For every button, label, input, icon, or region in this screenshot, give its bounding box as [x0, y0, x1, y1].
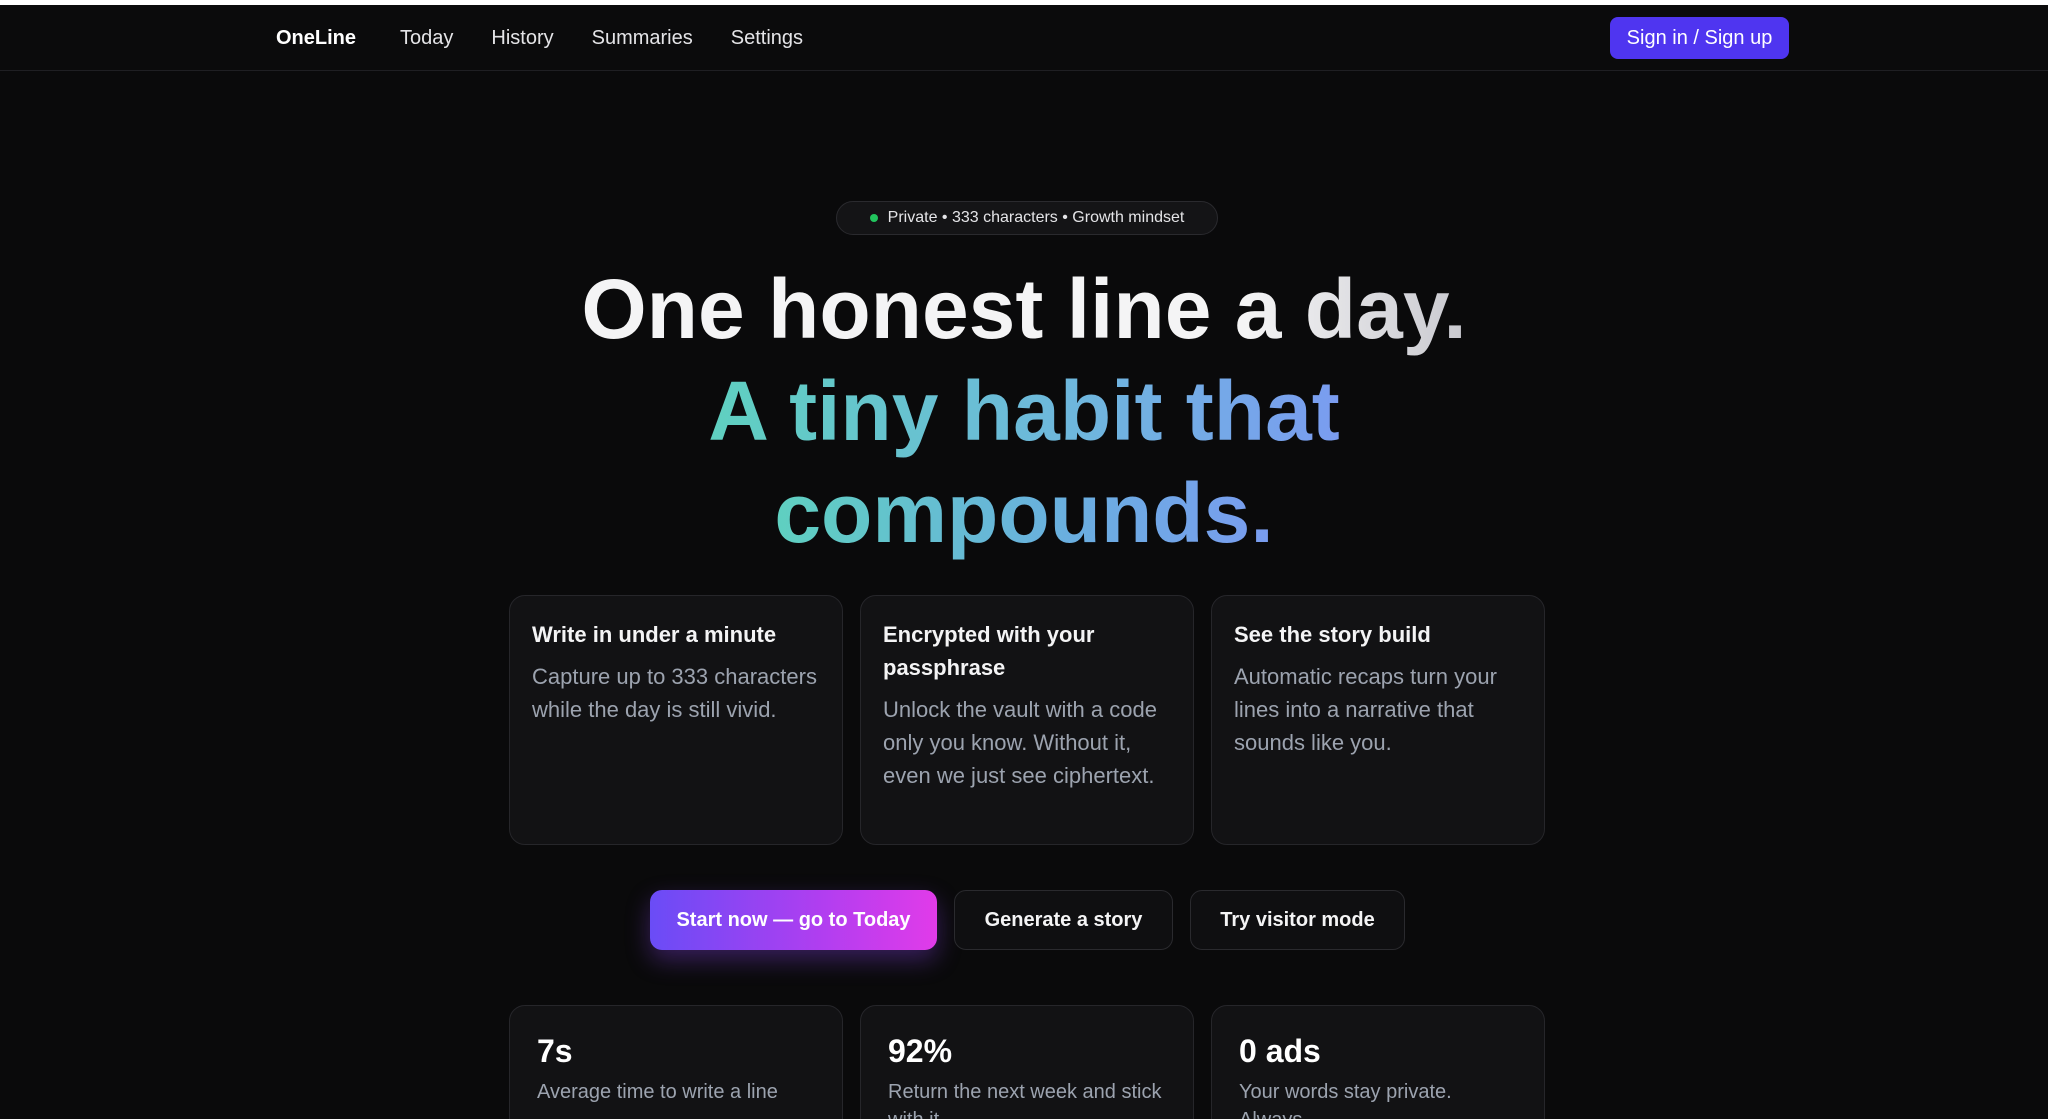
stat-card-ads: 0 ads Your words stay private. Always. [1211, 1005, 1545, 1119]
generate-story-button[interactable]: Generate a story [954, 890, 1173, 950]
stat-label: Your words stay private. Always. [1239, 1081, 1452, 1119]
top-navbar: OneLine Today History Summaries Settings… [0, 5, 2048, 71]
pill-text: Private • 333 characters • Growth mindse… [887, 209, 1185, 226]
headline-line-2: A tiny habit that [708, 360, 1340, 462]
headline-line-3: compounds. [774, 462, 1273, 564]
brand-logo[interactable]: OneLine [276, 27, 356, 50]
stat-card-retention: 92% Return the next week and stick with … [860, 1005, 1194, 1119]
headline-line-1: One honest line a day. [581, 258, 1466, 360]
feature-card-story: See the story build Automatic recaps tur… [1211, 595, 1545, 845]
landing-page: OneLine Today History Summaries Settings… [0, 0, 2048, 1119]
stat-value: 92% [888, 1033, 953, 1069]
hero-headline: One honest line a day. A tiny habit that… [0, 258, 2048, 564]
sign-in-button[interactable]: Sign in / Sign up [1610, 17, 1789, 59]
nav-link-settings[interactable]: Settings [731, 27, 803, 50]
stat-card-time: 7s Average time to write a line [509, 1005, 843, 1119]
stat-label: Average time to write a line [537, 1081, 778, 1103]
nav-links: Today History Summaries Settings [400, 27, 803, 50]
stat-value: 0 ads [1239, 1033, 1321, 1069]
nav-link-history[interactable]: History [491, 27, 553, 50]
feature-pill-badge: Private • 333 characters • Growth mindse… [836, 201, 1218, 235]
visitor-mode-button[interactable]: Try visitor mode [1190, 890, 1405, 950]
nav-link-today[interactable]: Today [400, 27, 453, 50]
feature-card-body: Automatic recaps turn your lines into a … [1234, 664, 1497, 755]
feature-card-write: Write in under a minute Capture up to 33… [509, 595, 843, 845]
feature-card-title: Encrypted with your passphrase [883, 622, 1095, 680]
stat-label: Return the next week and stick with it [888, 1081, 1162, 1119]
feature-card-title: See the story build [1234, 622, 1431, 647]
feature-card-encrypted: Encrypted with your passphrase Unlock th… [860, 595, 1194, 845]
feature-card-title: Write in under a minute [532, 622, 777, 647]
feature-card-body: Unlock the vault with a code only you kn… [883, 697, 1157, 788]
status-dot-icon [869, 214, 878, 222]
stat-value: 7s [537, 1033, 573, 1069]
feature-card-body: Capture up to 333 characters while the d… [532, 664, 817, 722]
cta-button-row: Start now — go to Today Generate a story… [650, 890, 1405, 950]
nav-link-summaries[interactable]: Summaries [592, 27, 693, 50]
start-now-button[interactable]: Start now — go to Today [650, 890, 937, 950]
